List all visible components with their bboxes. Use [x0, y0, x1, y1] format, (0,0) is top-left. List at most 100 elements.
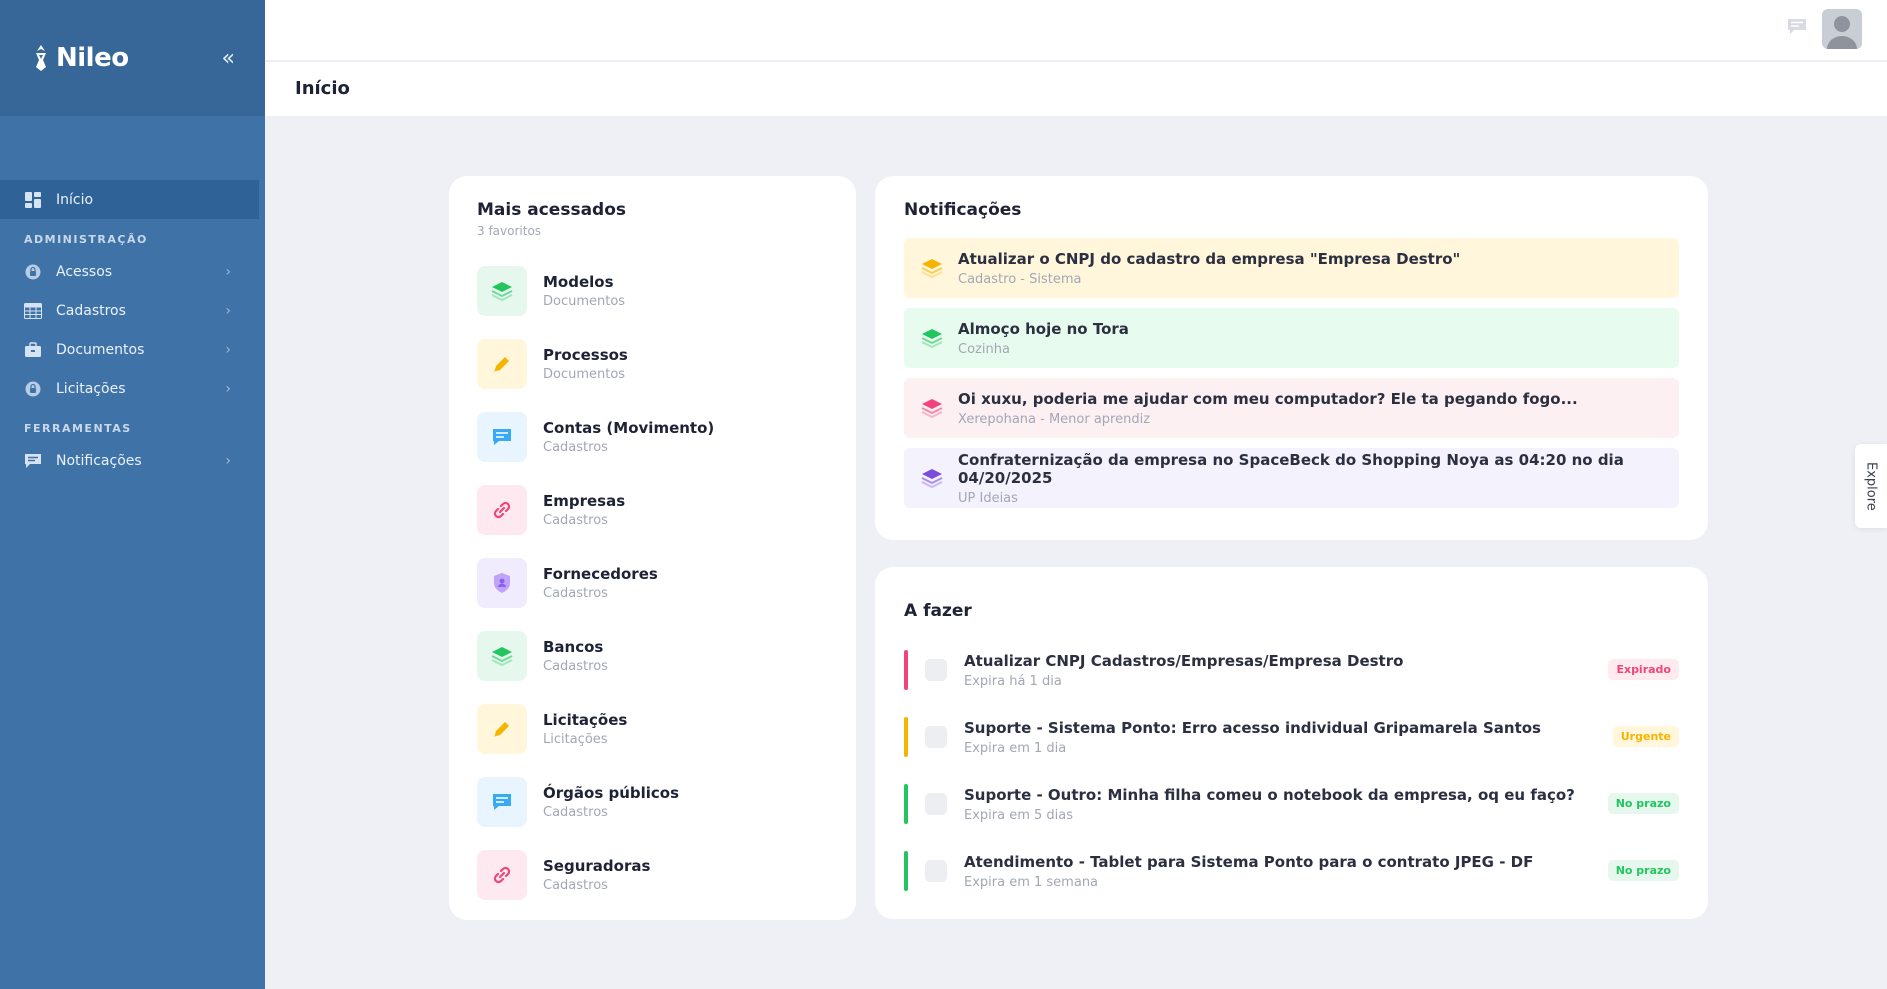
todo-title: Suporte - Sistema Ponto: Erro acesso ind… [964, 718, 1541, 737]
notification-source: Xerepohana - Menor aprendiz [958, 411, 1151, 427]
favorite-item[interactable]: Contas (Movimento) Cadastros [477, 400, 828, 473]
priority-bar [904, 717, 908, 757]
sidebar-item-label: Licitações [56, 380, 126, 397]
sidebar-item-licitacoes[interactable]: Licitações › [0, 369, 265, 408]
todo-text: Suporte - Outro: Minha filha comeu o not… [964, 786, 1575, 823]
page-title: Início [295, 78, 350, 99]
table-icon [24, 302, 42, 320]
favorite-text: Fornecedores Cadastros [543, 565, 658, 601]
favorite-item[interactable]: Licitações Licitações [477, 692, 828, 765]
sidebar-item-label: Documentos [56, 341, 145, 358]
notification-title: Confraternização da empresa no SpaceBeck… [958, 450, 1624, 487]
status-badge: No prazo [1607, 793, 1679, 814]
favorite-name: Contas (Movimento) [543, 418, 715, 437]
notification-title: Oi xuxu, poderia me ajudar com meu compu… [958, 389, 1578, 408]
pencil-icon [477, 338, 527, 389]
todo-checkbox[interactable] [925, 726, 947, 748]
todo-checkbox[interactable] [925, 860, 947, 882]
favorite-text: Bancos Cadastros [543, 638, 608, 674]
priority-bar [904, 851, 908, 891]
todo-due: Expira em 1 dia [964, 740, 1067, 756]
lock-icon [24, 263, 42, 281]
sidebar-item-label: Acessos [56, 263, 113, 280]
favorite-item[interactable]: Empresas Cadastros [477, 473, 828, 546]
shield-icon [477, 557, 527, 608]
sidebar-section-title: FERRAMENTAS [24, 422, 132, 435]
favorite-category: Cadastros [543, 512, 608, 528]
notification-text: Almoço hoje no Tora Cozinha [958, 320, 1129, 357]
sidebar-item-inicio[interactable]: Início [0, 180, 259, 219]
todo-due: Expira em 5 dias [964, 807, 1074, 823]
todo-checkbox[interactable] [925, 659, 947, 681]
layers-icon [920, 467, 943, 489]
favorite-category: Documentos [543, 366, 626, 382]
favorite-name: Licitações [543, 710, 628, 729]
favorite-category: Cadastros [543, 585, 608, 601]
todo-title: Atualizar CNPJ Cadastros/Empresas/Empres… [964, 651, 1404, 670]
notification-item[interactable]: Atualizar o CNPJ do cadastro da empresa … [904, 238, 1679, 298]
favorite-name: Seguradoras [543, 856, 651, 875]
todo-text: Atualizar CNPJ Cadastros/Empresas/Empres… [964, 652, 1403, 689]
chevron-right-icon: › [225, 341, 231, 358]
notification-item[interactable]: Confraternização da empresa no SpaceBeck… [904, 448, 1679, 508]
sidebar-header: Nileo « [0, 0, 265, 116]
notification-source: Cadastro - Sistema [958, 271, 1082, 287]
notification-text: Confraternização da empresa no SpaceBeck… [958, 451, 1663, 506]
notification-text: Atualizar o CNPJ do cadastro da empresa … [958, 250, 1460, 287]
link-icon [477, 484, 527, 535]
chevron-right-icon: › [225, 452, 231, 469]
favorite-category: Cadastros [543, 439, 608, 455]
pencil-icon [477, 703, 527, 754]
favorite-item[interactable]: Órgãos públicos Cadastros [477, 765, 828, 838]
sidebar-item-documentos[interactable]: Documentos › [0, 330, 265, 369]
favorite-text: Modelos Documentos [543, 273, 625, 309]
user-avatar[interactable] [1822, 9, 1862, 49]
favorite-name: Órgãos públicos [543, 783, 680, 802]
todo-item: Atualizar CNPJ Cadastros/Empresas/Empres… [904, 649, 1679, 691]
todo-item: Suporte - Outro: Minha filha comeu o not… [904, 783, 1679, 825]
layers-icon [477, 630, 527, 681]
sidebar-item-notificacoes[interactable]: Notificações › [0, 441, 265, 480]
favorite-item[interactable]: Seguradoras Cadastros [477, 838, 828, 911]
favorite-name: Bancos [543, 637, 604, 656]
most-accessed-card: Mais acessados 3 favoritos Modelos Docum… [449, 176, 856, 920]
chevron-right-icon: › [225, 302, 231, 319]
favorite-text: Licitações Licitações [543, 711, 627, 747]
chat-icon [477, 411, 527, 462]
favorite-item[interactable]: Fornecedores Cadastros [477, 546, 828, 619]
notification-item[interactable]: Almoço hoje no Tora Cozinha [904, 308, 1679, 368]
collapse-sidebar-button[interactable]: « [222, 46, 235, 71]
notifications-list: Atualizar o CNPJ do cadastro da empresa … [904, 238, 1679, 508]
notification-item[interactable]: Oi xuxu, poderia me ajudar com meu compu… [904, 378, 1679, 438]
sidebar-item-acessos[interactable]: Acessos › [0, 252, 265, 291]
todo-checkbox[interactable] [925, 793, 947, 815]
favorite-text: Órgãos públicos Cadastros [543, 784, 679, 820]
brand-mark-icon [36, 45, 46, 71]
sidebar-item-cadastros[interactable]: Cadastros › [0, 291, 265, 330]
favorite-category: Cadastros [543, 877, 608, 893]
messages-icon[interactable] [1787, 18, 1807, 36]
explore-tab[interactable]: Explore [1855, 444, 1887, 528]
brand-name: Nileo [56, 43, 129, 73]
todo-due: Expira há 1 dia [964, 673, 1062, 689]
notification-title: Atualizar o CNPJ do cadastro da empresa … [958, 249, 1461, 268]
briefcase-icon [24, 341, 42, 359]
chevron-right-icon: › [225, 263, 231, 280]
layers-icon [920, 397, 943, 419]
favorite-item[interactable]: Modelos Documentos [477, 254, 828, 327]
favorite-text: Contas (Movimento) Cadastros [543, 419, 714, 455]
explore-label: Explore [1863, 461, 1879, 511]
todo-text: Atendimento - Tablet para Sistema Ponto … [964, 853, 1533, 890]
todo-title: Atendimento - Tablet para Sistema Ponto … [964, 852, 1534, 871]
favorite-item[interactable]: Processos Documentos [477, 327, 828, 400]
topbar [265, 0, 1887, 61]
brand-logo[interactable]: Nileo [30, 43, 129, 73]
notification-title: Almoço hoje no Tora [958, 319, 1129, 338]
priority-bar [904, 650, 908, 690]
sidebar-section-title: ADMINISTRAÇÃO [24, 233, 148, 246]
favorite-item[interactable]: Bancos Cadastros [477, 619, 828, 692]
favorite-name: Processos [543, 345, 628, 364]
favorite-text: Empresas Cadastros [543, 492, 625, 528]
layers-icon [920, 327, 943, 349]
status-badge: No prazo [1607, 860, 1679, 881]
